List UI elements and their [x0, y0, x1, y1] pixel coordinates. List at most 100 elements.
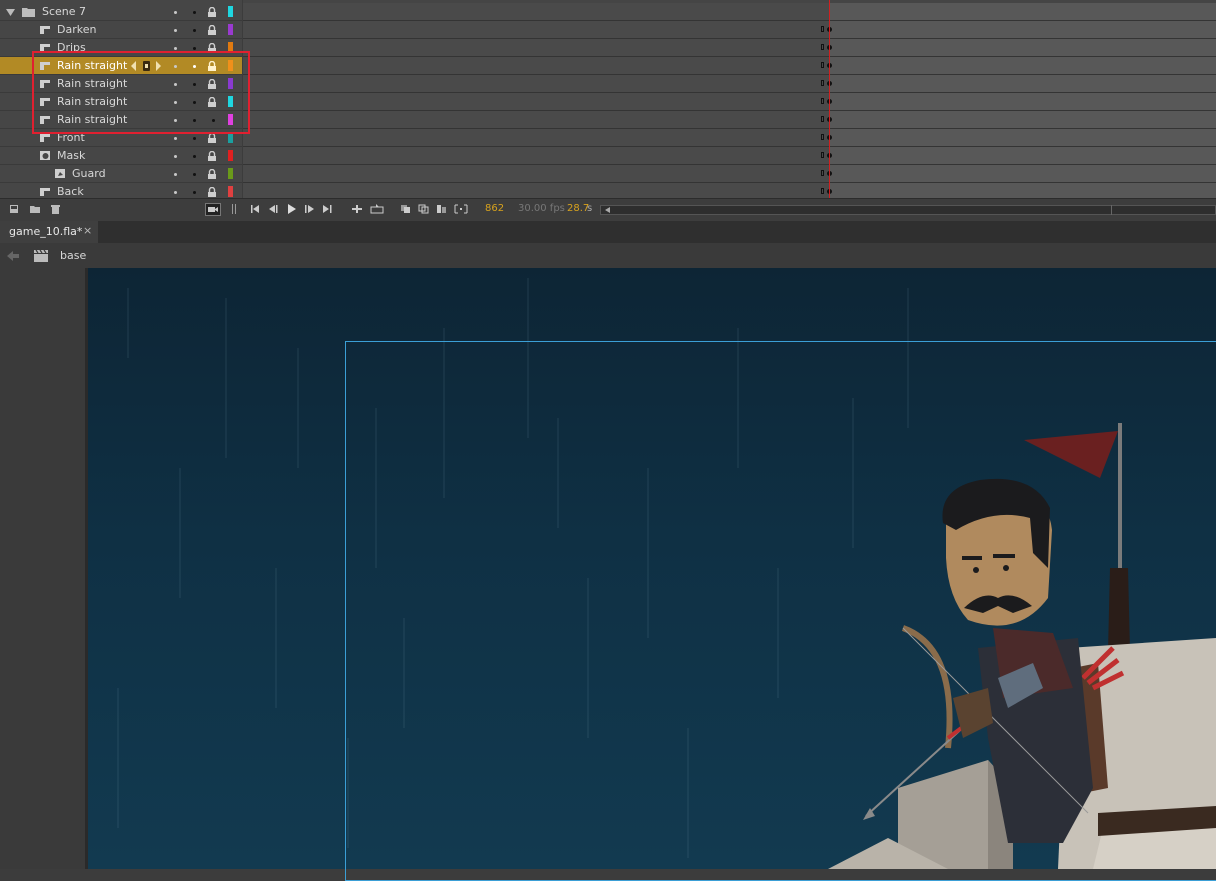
frame-row[interactable]: [243, 165, 1216, 183]
playhead[interactable]: [829, 0, 830, 198]
back-arrow-icon[interactable]: [6, 250, 20, 262]
empty-frames-area[interactable]: [829, 93, 1216, 110]
lock-icon[interactable]: [207, 25, 216, 35]
new-layer-icon[interactable]: [9, 204, 20, 214]
empty-frames-area[interactable]: [829, 21, 1216, 38]
layer-name[interactable]: Scene 7: [42, 5, 86, 18]
frame-row[interactable]: [243, 39, 1216, 57]
document-tab[interactable]: game_10.fla* ×: [0, 221, 98, 243]
empty-frames-area[interactable]: [829, 183, 1216, 198]
timeline-frames[interactable]: [243, 0, 1216, 198]
go-to-last-icon[interactable]: [322, 204, 333, 214]
outline-toggle[interactable]: [193, 29, 196, 32]
elapsed-time[interactable]: 28.7: [567, 203, 589, 214]
camera-icon[interactable]: [205, 203, 221, 216]
keyframe-marker[interactable]: [821, 26, 824, 32]
frame-row[interactable]: [243, 111, 1216, 129]
keyframe-marker[interactable]: [821, 62, 824, 68]
lock-icon[interactable]: [207, 169, 216, 179]
keyframe-marker[interactable]: [821, 44, 824, 50]
lock-icon[interactable]: [207, 151, 216, 161]
keyframe-marker[interactable]: [821, 116, 824, 122]
onion-skin-icon[interactable]: [400, 204, 411, 214]
visibility-toggle[interactable]: [174, 155, 177, 158]
step-back-icon[interactable]: [268, 204, 279, 214]
play-icon[interactable]: [286, 204, 297, 214]
visibility-toggle[interactable]: [174, 137, 177, 140]
keyframe-marker[interactable]: [821, 134, 824, 140]
outline-toggle[interactable]: [193, 191, 196, 194]
lock-icon[interactable]: [207, 187, 216, 197]
onion-outline-icon[interactable]: [418, 204, 429, 214]
outline-toggle[interactable]: [193, 11, 196, 14]
new-folder-icon[interactable]: [29, 204, 40, 214]
visibility-toggle[interactable]: [174, 29, 177, 32]
layer-color-swatch[interactable]: [228, 6, 233, 17]
empty-frames-area[interactable]: [829, 111, 1216, 128]
empty-frames-area[interactable]: [829, 165, 1216, 182]
frame-row[interactable]: [243, 75, 1216, 93]
scene-icon: [34, 249, 48, 262]
frame-row[interactable]: [243, 183, 1216, 198]
layer-color-swatch[interactable]: [228, 24, 233, 35]
keyframe-marker[interactable]: [821, 170, 824, 176]
loop-icon[interactable]: [351, 204, 362, 214]
layer-depth-icon[interactable]: [229, 204, 240, 214]
empty-frames-area[interactable]: [829, 39, 1216, 56]
visibility-toggle[interactable]: [174, 11, 177, 14]
center-frame-icon[interactable]: [370, 204, 384, 214]
empty-frames-area[interactable]: [829, 57, 1216, 74]
frame-row[interactable]: [243, 57, 1216, 75]
scroll-left-icon[interactable]: [603, 206, 613, 214]
delete-icon[interactable]: [50, 204, 61, 214]
layer-color-swatch[interactable]: [228, 150, 233, 161]
layer-row[interactable]: Back: [0, 183, 242, 198]
close-tab-icon[interactable]: ×: [83, 224, 92, 237]
outline-toggle[interactable]: [193, 155, 196, 158]
layer-name[interactable]: Guard: [72, 167, 106, 180]
edit-multiple-frames-icon[interactable]: [436, 204, 447, 214]
layer-row[interactable]: Guard: [0, 165, 242, 183]
empty-frames-area[interactable]: [829, 75, 1216, 92]
empty-frames-area[interactable]: [829, 3, 1216, 20]
outline-toggle[interactable]: [193, 137, 196, 140]
layer-color-swatch[interactable]: [228, 168, 233, 179]
empty-frames-area[interactable]: [829, 129, 1216, 146]
frame-row[interactable]: [243, 129, 1216, 147]
keyframe-marker[interactable]: [821, 188, 824, 194]
visibility-toggle[interactable]: [174, 47, 177, 50]
lock-icon[interactable]: [207, 133, 216, 143]
document-tab-bar: [0, 221, 1216, 244]
layer-name[interactable]: Darken: [57, 23, 96, 36]
layer-row[interactable]: Scene 7: [0, 3, 242, 21]
breadcrumb-scene-label[interactable]: base: [60, 249, 86, 262]
frame-row[interactable]: [243, 93, 1216, 111]
layer-name[interactable]: Back: [57, 185, 84, 198]
keyframe-marker[interactable]: [821, 152, 824, 158]
lock-icon[interactable]: [207, 7, 216, 17]
folder-icon: [22, 8, 35, 17]
step-forward-icon[interactable]: [304, 204, 315, 214]
keyframe-marker[interactable]: [821, 98, 824, 104]
outline-toggle[interactable]: [193, 47, 196, 50]
frame-row[interactable]: [243, 147, 1216, 165]
current-frame[interactable]: 862: [485, 203, 504, 214]
layer-color-swatch[interactable]: [228, 186, 233, 197]
layer-name[interactable]: Mask: [57, 149, 85, 162]
modify-onion-markers-icon[interactable]: [454, 204, 468, 214]
keyframe-marker[interactable]: [821, 80, 824, 86]
breadcrumb: base: [0, 243, 1216, 269]
frame-row[interactable]: [243, 21, 1216, 39]
empty-frames-area[interactable]: [829, 147, 1216, 164]
frame-rate[interactable]: 30.00 fps: [518, 203, 565, 214]
layer-row[interactable]: Mask: [0, 147, 242, 165]
go-to-first-icon[interactable]: [250, 204, 261, 214]
layer-row[interactable]: Darken: [0, 21, 242, 39]
timeline-scrollbar[interactable]: [600, 205, 1216, 215]
outline-toggle[interactable]: [193, 173, 196, 176]
expand-toggle-icon[interactable]: [6, 9, 15, 16]
visibility-toggle[interactable]: [174, 173, 177, 176]
visibility-toggle[interactable]: [174, 191, 177, 194]
mask-layer-icon: [40, 151, 50, 160]
frame-row[interactable]: [243, 3, 1216, 21]
